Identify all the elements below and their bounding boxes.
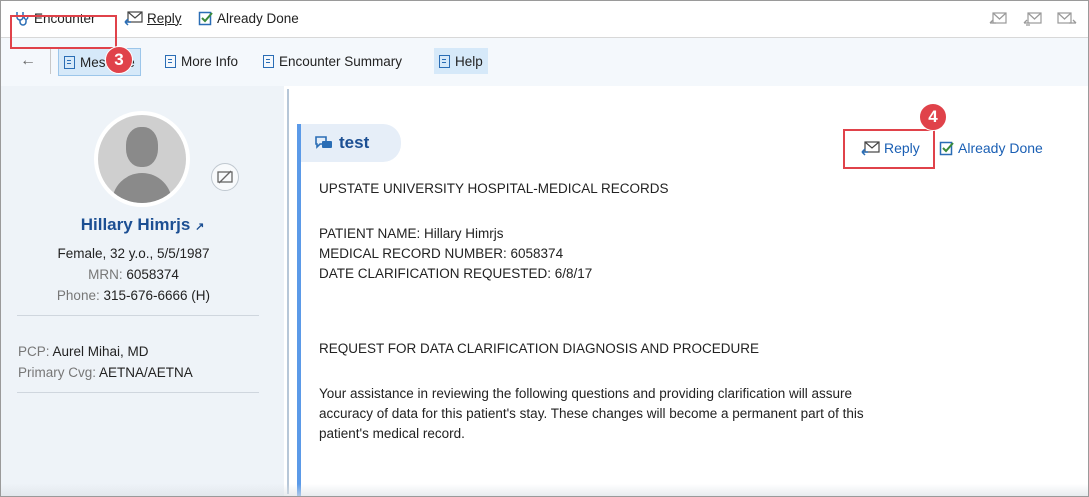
divider [17, 392, 259, 393]
message-subject: test [301, 124, 401, 162]
toolbar-right-icons [989, 11, 1077, 27]
tab-label: More Info [181, 53, 239, 69]
already-done-button[interactable]: Already Done [198, 10, 299, 26]
step-badge: 4 [919, 103, 947, 131]
patient-panel: Hillary Himrjs ↗ Female, 32 y.o., 5/5/19… [1, 86, 284, 496]
step-badge: 3 [105, 46, 133, 74]
patient-name: Hillary Himrjs [80, 215, 191, 234]
bottom-fade [1, 484, 1088, 496]
tab-more-info[interactable]: More Info [160, 48, 243, 74]
document-icon [439, 54, 450, 68]
forward-envelope-icon[interactable] [1057, 11, 1077, 27]
patient-mrn: MRN: 6058374 [1, 267, 266, 282]
document-icon [263, 54, 274, 68]
application-window: Encounter Reply Already Done ← Message M… [0, 0, 1089, 497]
patient-demographics: Female, 32 y.o., 5/5/1987 [57, 246, 210, 261]
message-line: REQUEST FOR DATA CLARIFICATION DIAGNOSIS… [319, 341, 760, 356]
message-already-done-button[interactable]: Already Done [939, 140, 1043, 156]
reply-label: Reply [147, 10, 182, 26]
pcp-value: Aurel Mihai, MD [52, 344, 149, 359]
patient-name-link[interactable]: Hillary Himrjs ↗ [1, 215, 284, 235]
message-line: patient's medical record. [319, 426, 465, 441]
clipboard-check-icon [198, 11, 213, 26]
pcp-row: PCP: Aurel Mihai, MD [18, 344, 149, 359]
highlight-box-reply [843, 129, 935, 169]
external-link-icon: ↗ [195, 221, 205, 233]
navigation-tabs-bar: ← Message More Info Encounter Summary He… [1, 38, 1088, 86]
already-done-link: Already Done [958, 140, 1043, 156]
message-accent-bar [297, 124, 301, 496]
patient-phone: Phone: 315-676-6666 (H) [1, 288, 266, 303]
pcp-label: PCP: [18, 344, 50, 359]
phone-value: 315-676-6666 (H) [103, 288, 211, 303]
highlight-box-encounter [10, 15, 117, 49]
subject-text: test [339, 133, 370, 152]
tab-label: Help [455, 53, 483, 69]
message-line: Your assistance in reviewing the followi… [319, 386, 853, 401]
avatar-placeholder-icon [98, 115, 186, 203]
panel-divider [287, 89, 289, 494]
divider [50, 48, 51, 74]
message-line: MEDICAL RECORD NUMBER: 6058374 [319, 246, 564, 261]
chat-bubbles-icon [315, 136, 332, 149]
clipboard-check-icon [939, 141, 954, 156]
message-line: accuracy of data for this patient's stay… [319, 406, 864, 421]
mrn-value: 6058374 [126, 267, 179, 282]
back-arrow-icon[interactable]: ← [20, 52, 36, 70]
coverage-row: Primary Cvg: AETNA/AETNA [18, 365, 193, 380]
mrn-label: MRN: [88, 267, 123, 282]
coverage-label: Primary Cvg: [18, 365, 97, 380]
tab-encounter-summary[interactable]: Encounter Summary [258, 48, 407, 74]
reply-button[interactable]: Reply [124, 10, 182, 26]
reply-all-envelope-icon[interactable] [1023, 11, 1043, 27]
tab-label: Encounter Summary [279, 53, 403, 69]
main-toolbar: Encounter Reply Already Done [1, 1, 1088, 38]
tab-help[interactable]: Help [434, 48, 488, 74]
coverage-value: AETNA/AETNA [99, 365, 193, 380]
document-icon [64, 55, 75, 69]
divider [17, 315, 259, 316]
document-icon [165, 54, 176, 68]
avatar [94, 111, 190, 207]
message-line: DATE CLARIFICATION REQUESTED: 6/8/17 [319, 266, 593, 281]
no-photo-icon[interactable] [211, 163, 239, 191]
phone-label: Phone: [56, 288, 100, 303]
reply-envelope-icon [124, 11, 143, 26]
already-done-label: Already Done [217, 10, 299, 26]
reply-envelope-icon[interactable] [989, 11, 1009, 27]
message-line: UPSTATE UNIVERSITY HOSPITAL-MEDICAL RECO… [319, 181, 669, 196]
message-line: PATIENT NAME: Hillary Himrjs [319, 226, 504, 241]
message-pane: test Reply Already Done UPSTATE UNIVERSI… [297, 124, 1088, 496]
